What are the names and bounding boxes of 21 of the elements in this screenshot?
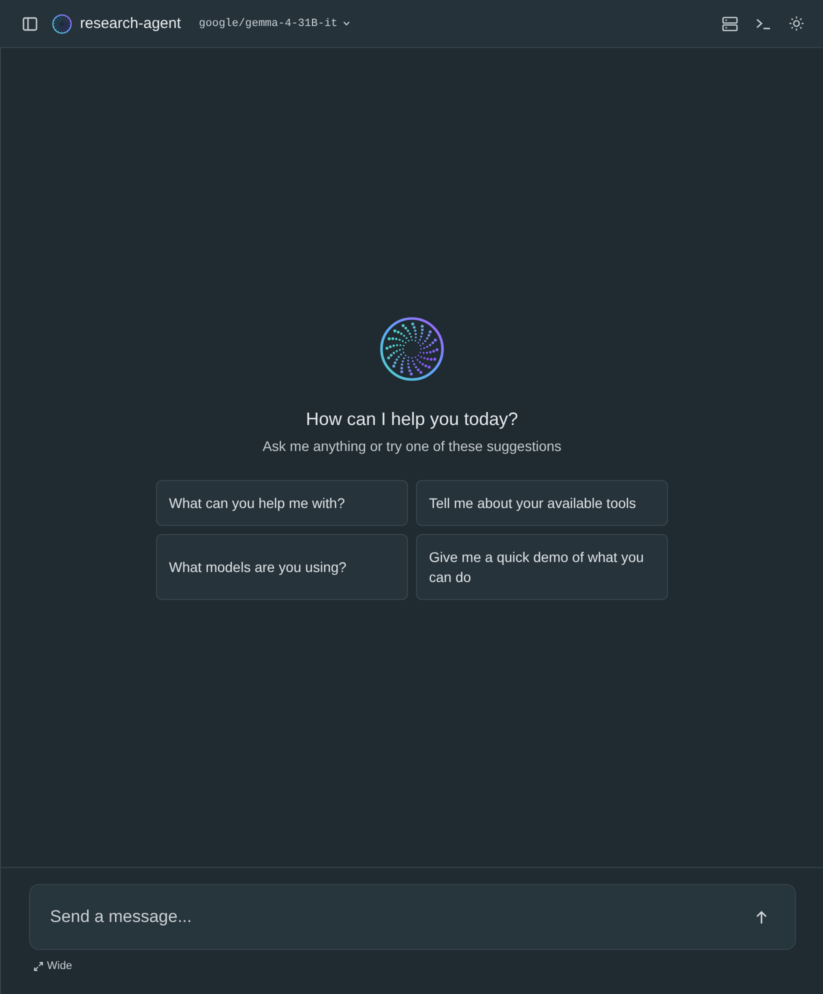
theme-toggle-button[interactable]	[787, 14, 806, 33]
terminal-icon	[756, 18, 771, 30]
sidebar-panel-icon	[22, 16, 38, 32]
swirl-logo-icon	[380, 316, 444, 380]
send-button[interactable]	[754, 909, 769, 926]
welcome-subtitle: Ask me anything or try one of these suggestions	[262, 436, 562, 456]
message-input[interactable]: Send a message...	[29, 884, 796, 950]
chevron-down-icon	[342, 21, 350, 26]
expand-arrows-icon	[34, 962, 43, 970]
suggestion-button[interactable]: What models are you using?	[156, 534, 408, 600]
arrow-up-icon	[756, 911, 767, 924]
suggestion-button[interactable]: What can you help me with?	[156, 480, 408, 526]
app-name: research-agent	[80, 15, 181, 32]
stacked-rows-icon	[722, 16, 738, 32]
model-selector[interactable]: google/gemma-4-31B-it	[198, 16, 350, 32]
suggestion-button[interactable]: Tell me about your available tools	[416, 480, 668, 526]
wide-toggle-button[interactable]: Wide	[34, 958, 72, 974]
sun-icon	[789, 16, 804, 31]
swirl-logo-icon	[52, 14, 72, 34]
welcome-title: How can I help you today?	[306, 408, 518, 430]
suggestion-button[interactable]: Give me a quick demo of what you can do	[416, 534, 668, 600]
